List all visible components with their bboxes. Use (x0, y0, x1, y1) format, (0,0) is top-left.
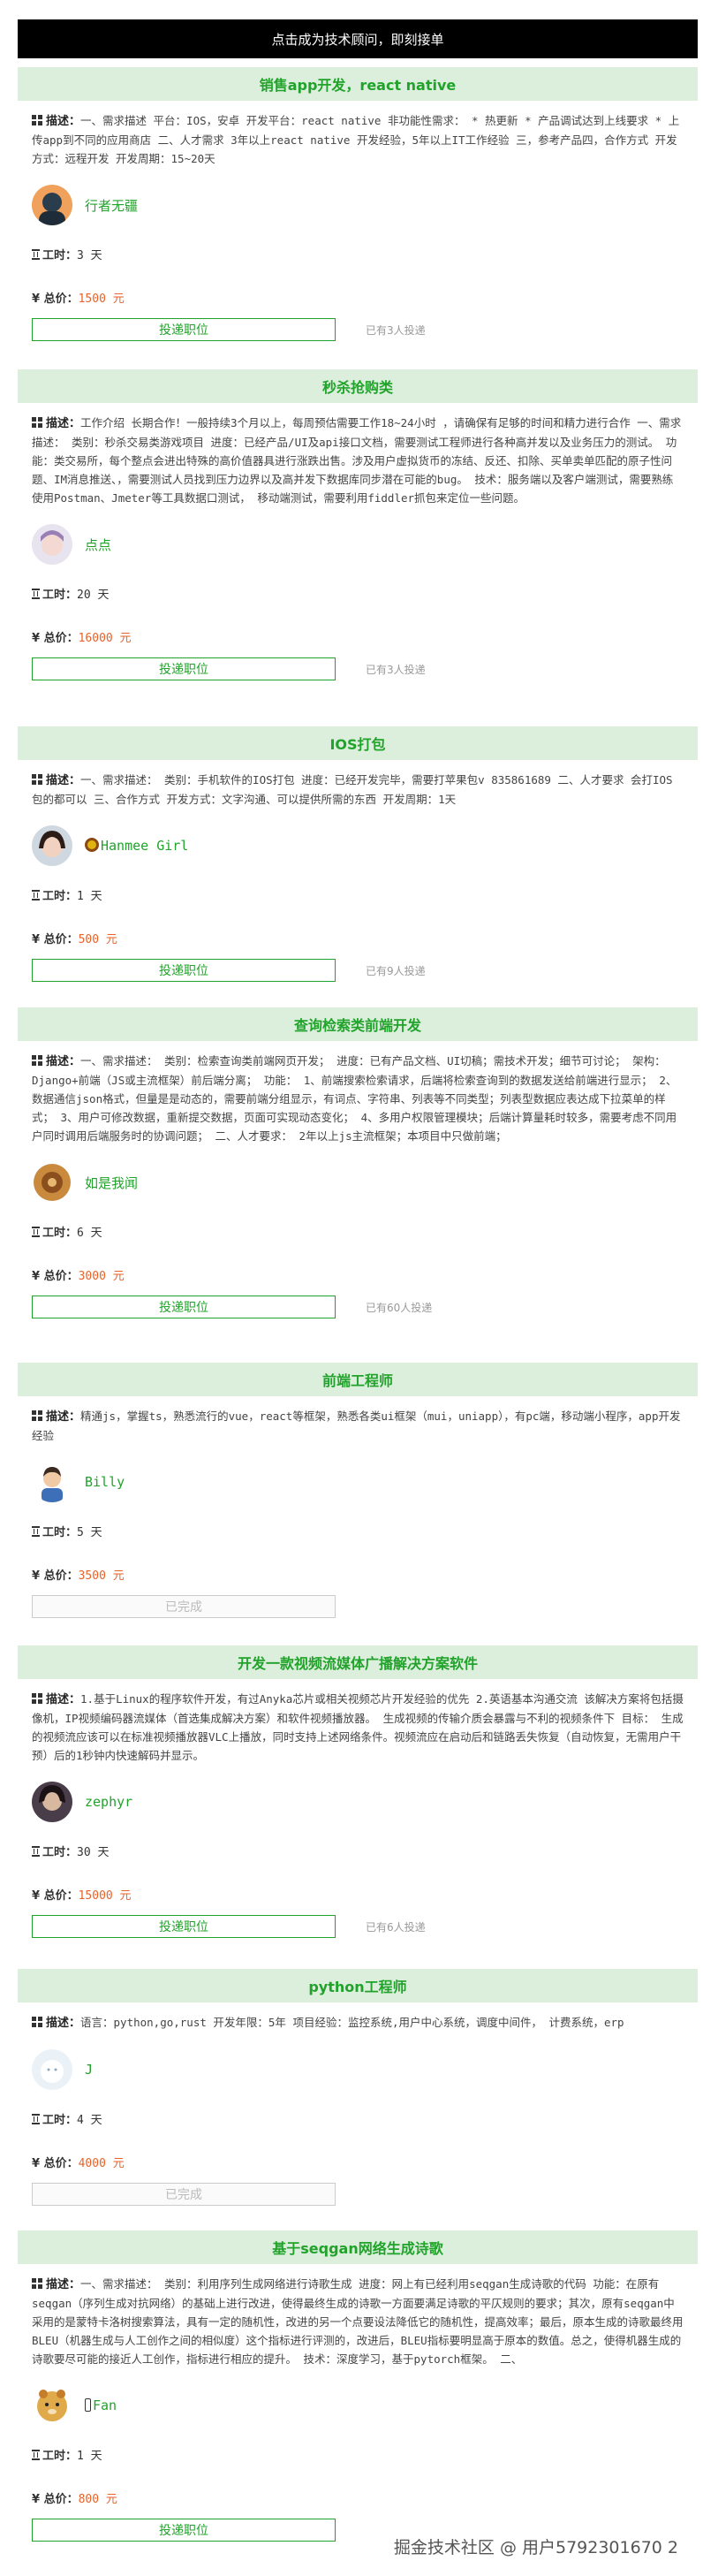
job-description: 描述：一、需求描述 平台：IOS，安卓 开发平台：react native 非功… (32, 114, 680, 165)
grid-icon (32, 2278, 42, 2289)
hourglass-icon (32, 1526, 40, 1537)
avatar[interactable] (32, 524, 72, 565)
job-card: 销售app开发，react native 描述：一、需求描述 平台：IOS，安卓… (18, 67, 698, 350)
job-description: 描述：精通js，掌握ts，熟悉流行的vue，react等框架，熟悉各类ui框架（… (32, 1410, 681, 1442)
grid-icon (32, 417, 42, 428)
hourglass-icon (32, 1846, 40, 1857)
user-name[interactable]: 点点 (85, 536, 111, 554)
hours-row: 工时：6 天 (32, 1223, 684, 1240)
user-name[interactable]: J (85, 2062, 93, 2078)
hours-row: 工时：30 天 (32, 1843, 684, 1859)
bottle-icon (85, 2398, 91, 2412)
hourglass-icon (32, 589, 40, 599)
avatar[interactable] (32, 1782, 72, 1822)
user-row[interactable]: Fan (32, 2382, 684, 2428)
hours-row: 工时：3 天 (32, 246, 684, 262)
user-name[interactable]: Billy (85, 1474, 125, 1490)
hourglass-icon (32, 249, 40, 260)
price-row: ¥ 总价：500 元 (32, 933, 117, 946)
price-row: ¥ 总价：15000 元 (32, 1889, 132, 1903)
job-card: 查询检索类前端开发 描述：一、需求描述： 类别：检索查询类前端网页开发； 进度：… (18, 1007, 698, 1327)
avatar[interactable] (32, 1462, 72, 1502)
job-description: 描述：一、需求描述： 类别：利用序列生成网络进行诗歌生成 进度：网上有已经利用s… (32, 2277, 684, 2366)
job-card: 前端工程师 描述：精通js，掌握ts，熟悉流行的vue，react等框架，熟悉各… (18, 1363, 698, 1627)
hours-row: 工时：1 天 (32, 2446, 684, 2463)
avatar[interactable] (32, 825, 72, 866)
avatar[interactable] (32, 2385, 72, 2426)
completed-button[interactable]: 已完成 (32, 2183, 336, 2206)
sunflower-icon (85, 838, 99, 852)
job-title[interactable]: 秒杀抢购类 (18, 369, 698, 403)
price-row: ¥ 总价：4000 元 (32, 2157, 125, 2170)
user-row[interactable]: zephyr (32, 1779, 684, 1825)
apply-button[interactable]: 投递职位 (32, 657, 336, 680)
user-name[interactable]: 如是我闻 (85, 1174, 138, 1192)
apply-button[interactable]: 投递职位 (32, 1915, 336, 1938)
hours-row: 工时：5 天 (32, 1523, 684, 1539)
user-row[interactable]: Hanmee Girl (32, 823, 684, 869)
applicant-count: 已有6人投递 (366, 1920, 426, 1934)
avatar[interactable] (32, 185, 72, 225)
apply-button[interactable]: 投递职位 (32, 1296, 336, 1318)
job-description: 描述：工作介绍 长期合作！一般持续3个月以上，每周预估需要工作18~24小时 ，… (32, 416, 682, 505)
applicant-count: 已有60人投递 (366, 1301, 433, 1314)
job-title[interactable]: IOS打包 (18, 726, 698, 760)
grid-icon (32, 115, 42, 125)
price-row: ¥ 总价：800 元 (32, 2493, 117, 2506)
price-row: ¥ 总价：16000 元 (32, 632, 132, 645)
user-row[interactable]: Billy (32, 1459, 684, 1505)
job-card: 基于seqgan网络生成诗歌 描述：一、需求描述： 类别：利用序列生成网络进行诗… (18, 2230, 698, 2550)
grid-icon (32, 774, 42, 785)
job-card: IOS打包 描述：一、需求描述： 类别：手机软件的IOS打包 进度：已经开发完毕… (18, 726, 698, 991)
user-row[interactable]: 点点 (32, 521, 684, 567)
top-banner[interactable]: 点击成为技术顾问，即刻接单 (18, 19, 698, 58)
job-description: 描述：1.基于Linux的程序软件开发，有过Anyka芯片或相关视频芯片开发经验… (32, 1692, 684, 1762)
job-title[interactable]: 开发一款视频流媒体广播解决方案软件 (18, 1645, 698, 1679)
grid-icon (32, 2017, 42, 2027)
price-row: ¥ 总价：3500 元 (32, 1569, 125, 1583)
hourglass-icon (32, 2450, 40, 2460)
job-card: python工程师 描述：语言：python,go,rust 开发年限：5年 项… (18, 1969, 698, 2215)
user-row[interactable]: 行者无疆 (32, 182, 684, 228)
apply-button[interactable]: 投递职位 (32, 318, 336, 341)
job-title[interactable]: 前端工程师 (18, 1363, 698, 1396)
price-row: ¥ 总价：3000 元 (32, 1270, 125, 1283)
grid-icon (32, 1055, 42, 1066)
job-title[interactable]: 销售app开发，react native (18, 67, 698, 101)
user-name[interactable]: Fan (85, 2397, 117, 2413)
job-description: 描述：一、需求描述： 类别：手机软件的IOS打包 进度：已经开发完毕，需要打苹果… (32, 773, 673, 806)
apply-button[interactable]: 投递职位 (32, 959, 336, 982)
avatar[interactable] (32, 1162, 72, 1203)
applicant-count: 已有3人投递 (366, 323, 426, 337)
price-row: ¥ 总价：1500 元 (32, 293, 125, 306)
grid-icon (32, 1693, 42, 1704)
user-name[interactable]: 行者无疆 (85, 196, 138, 215)
user-name[interactable]: Hanmee Girl (85, 838, 188, 854)
hourglass-icon (32, 1227, 40, 1237)
hourglass-icon (32, 890, 40, 900)
job-title[interactable]: 基于seqgan网络生成诗歌 (18, 2230, 698, 2264)
top-banner-text[interactable]: 点击成为技术顾问，即刻接单 (271, 30, 443, 49)
hours-row: 工时：4 天 (32, 2110, 684, 2127)
job-description: 描述：一、需求描述： 类别：检索查询类前端网页开发； 进度：已有产品文档、UI切… (32, 1054, 677, 1143)
job-card: 秒杀抢购类 描述：工作介绍 长期合作！一般持续3个月以上，每周预估需要工作18~… (18, 369, 698, 689)
apply-button[interactable]: 投递职位 (32, 2519, 336, 2542)
applicant-count: 已有9人投递 (366, 964, 426, 977)
grid-icon (32, 1410, 42, 1421)
hours-row: 工时：20 天 (32, 585, 684, 602)
user-name[interactable]: zephyr (85, 1794, 132, 1810)
hours-row: 工时：1 天 (32, 886, 684, 903)
applicant-count: 已有3人投递 (366, 663, 426, 676)
watermark: 掘金技术社区 @ 用户5792301670 2 (393, 2538, 678, 2557)
job-title[interactable]: 查询检索类前端开发 (18, 1007, 698, 1041)
avatar[interactable] (32, 2049, 72, 2090)
job-description: 描述：语言：python,go,rust 开发年限：5年 项目经验：监控系统,用… (32, 2013, 684, 2033)
job-title[interactable]: python工程师 (18, 1969, 698, 2002)
user-row[interactable]: J (32, 2047, 684, 2093)
completed-button[interactable]: 已完成 (32, 1595, 336, 1618)
job-card: 开发一款视频流媒体广播解决方案软件 描述：1.基于Linux的程序软件开发，有过… (18, 1645, 698, 1947)
user-row[interactable]: 如是我闻 (32, 1159, 684, 1205)
hourglass-icon (32, 2114, 40, 2124)
